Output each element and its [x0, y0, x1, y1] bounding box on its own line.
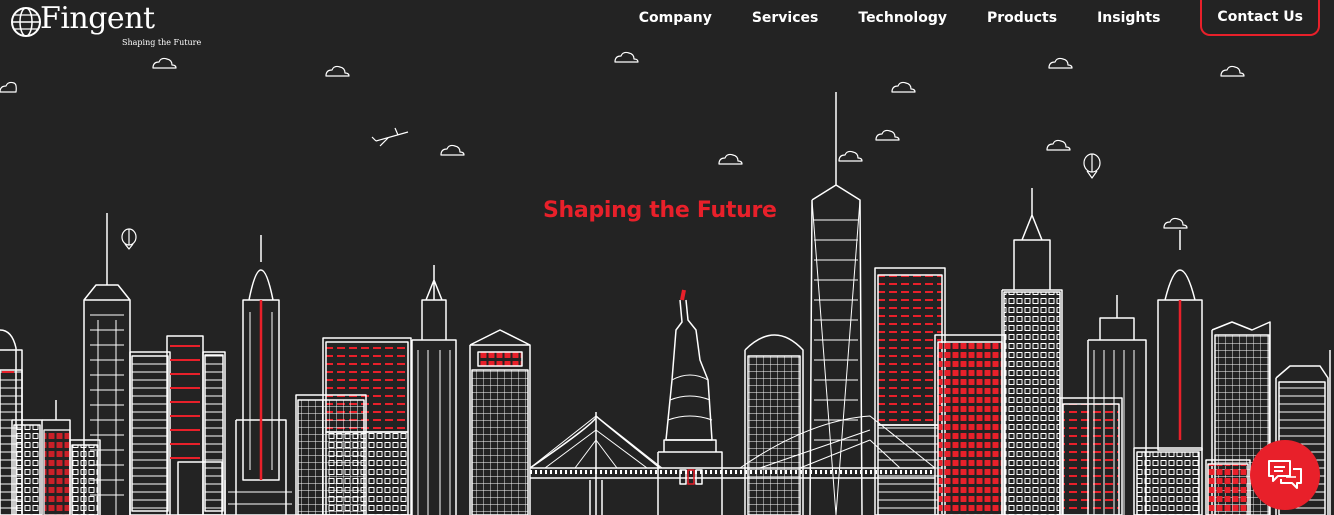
nav-products[interactable]: Products: [987, 3, 1057, 33]
chat-bubbles-icon: [1268, 460, 1302, 489]
nav-services[interactable]: Services: [752, 3, 819, 33]
skyline-illustration: [0, 51, 1331, 515]
nav-company[interactable]: Company: [639, 3, 712, 33]
airplane: [371, 127, 409, 147]
brand-tagline: Shaping the Future: [122, 38, 202, 47]
globe-logo-icon: [11, 7, 41, 37]
hero-title: Shaping the Future: [543, 198, 777, 223]
chat-button[interactable]: [1250, 440, 1320, 510]
brand-name: Fingent: [40, 1, 155, 36]
nav-insights[interactable]: Insights: [1097, 3, 1160, 33]
brand-logo[interactable]: Fingent Shaping the Future: [10, 1, 201, 48]
nav-technology[interactable]: Technology: [858, 3, 947, 33]
main-nav: Company Services Technology Products Ins…: [639, 0, 1320, 36]
contact-us-button[interactable]: Contact Us: [1200, 0, 1320, 36]
